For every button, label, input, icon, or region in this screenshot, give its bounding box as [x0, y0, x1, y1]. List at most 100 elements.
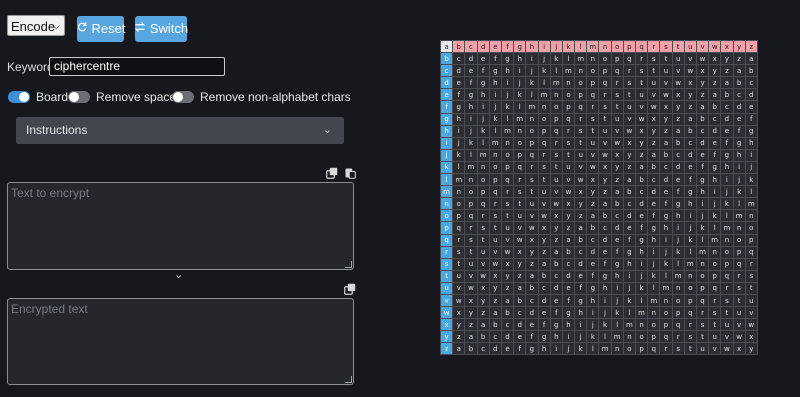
tabula-cell: a — [671, 124, 685, 138]
switch-button[interactable]: Switch — [134, 16, 188, 42]
tabula-cell: r — [744, 257, 758, 271]
tabula-cell: g — [683, 185, 697, 199]
tabula-cell: v — [476, 257, 490, 271]
remove-spaces-switch[interactable] — [68, 90, 90, 103]
board-toggle[interactable]: Board — [8, 90, 68, 104]
remove-non-alpha-switch[interactable] — [172, 90, 194, 103]
tabula-cell: o — [720, 245, 734, 259]
plaintext-input[interactable]: Text to encrypt — [7, 182, 354, 270]
tabula-cell: v — [561, 173, 576, 187]
tabula-cell: a — [744, 52, 758, 66]
tabula-cell: f — [659, 197, 673, 211]
tabula-header-cell: j — [549, 39, 563, 54]
tabula-cell: r — [708, 293, 722, 308]
tabula-cell: x — [513, 245, 527, 259]
tabula-cell: p — [549, 112, 563, 126]
tabula-row-key-cell: o — [439, 209, 454, 223]
tabula-cell: i — [561, 330, 576, 344]
tabula-cell: y — [561, 209, 576, 223]
tabula-cell: x — [598, 160, 612, 175]
tabula-cell: z — [622, 160, 637, 175]
tabula-cell: i — [610, 281, 624, 295]
tabula-cell: j — [574, 330, 588, 344]
tabula-cell: z — [586, 197, 600, 211]
tabula-row: lmnopqrstuvwxyzabcdefghijk — [439, 173, 758, 187]
tabula-cell: i — [732, 160, 746, 175]
tabula-cell: p — [488, 173, 502, 187]
tabula-cell: l — [610, 318, 624, 332]
tabula-cell: i — [500, 76, 515, 90]
copy-icon[interactable] — [326, 167, 338, 179]
tabula-cell: i — [720, 173, 734, 187]
tabula-cell: v — [744, 306, 758, 320]
tabula-cell: c — [732, 88, 746, 102]
tabula-cell: o — [732, 233, 746, 247]
tabula-cell: r — [659, 342, 673, 356]
resize-handle[interactable] — [345, 376, 352, 383]
tabula-cell: u — [622, 100, 637, 114]
tabula-cell: j — [525, 64, 539, 78]
tabula-cell: h — [500, 64, 515, 78]
tabula-cell: m — [647, 293, 661, 308]
tabula-cell: w — [574, 173, 588, 187]
tabula-cell: a — [574, 221, 588, 235]
tabula-row-key-cell: f — [439, 100, 454, 114]
tabula-cell: u — [671, 52, 685, 66]
remove-spaces-toggle[interactable]: Remove spaces — [68, 90, 182, 104]
tabula-header-cell: w — [708, 39, 722, 54]
tabula-cell: w — [549, 197, 563, 211]
tabula-cell: o — [586, 64, 600, 78]
tabula-cell: c — [488, 330, 502, 344]
mode-select[interactable]: Encode ⌵ — [7, 15, 65, 36]
instructions-accordion[interactable]: Instructions ⌄ — [16, 117, 344, 144]
tabula-cell: s — [500, 197, 515, 211]
tabula-cell: y — [695, 76, 710, 90]
tabula-cell: d — [525, 306, 539, 320]
tabula-cell: z — [671, 112, 685, 126]
copy-icon[interactable] — [344, 283, 356, 295]
tabula-recta: abcdefghijklmnopqrstuvwxyzbcdefghijklmno… — [439, 39, 758, 356]
tabula-cell: u — [732, 306, 746, 320]
tabula-cell: g — [561, 306, 576, 320]
tabula-row-key-cell: p — [439, 221, 454, 235]
tabula-cell: x — [476, 281, 490, 295]
resize-handle[interactable] — [345, 261, 352, 268]
tabula-cell: m — [452, 173, 466, 187]
tabula-cell: u — [708, 330, 722, 344]
tabula-cell: q — [476, 197, 490, 211]
tabula-cell: w — [525, 221, 539, 235]
remove-non-alpha-toggle[interactable]: Remove non-alphabet chars — [172, 90, 351, 104]
tabula-row-key-cell: n — [439, 197, 454, 211]
tabula-row-key-cell: t — [439, 269, 454, 283]
ciphertext-output[interactable]: Encrypted text — [7, 298, 354, 385]
tabula-cell: j — [647, 257, 661, 271]
tabula-cell: c — [671, 148, 685, 162]
tabula-cell: y — [452, 318, 466, 332]
tabula-cell: b — [720, 88, 734, 102]
tabula-cell: y — [488, 281, 502, 295]
tabula-cell: f — [525, 330, 539, 344]
tabula-cell: e — [525, 318, 539, 332]
tabula-cell: f — [683, 173, 697, 187]
tabula-row: opqrstuvwxyzabcdefghijklmn — [439, 209, 758, 223]
tabula-cell: n — [574, 64, 588, 78]
tabula-row-key-cell: v — [439, 293, 454, 308]
tabula-row-key-cell: r — [439, 245, 454, 259]
tabula-cell: u — [610, 112, 624, 126]
reset-button[interactable]: Reset — [77, 16, 125, 42]
tabula-cell: r — [513, 173, 527, 187]
tabula-cell: f — [610, 245, 624, 259]
tabula-header-cell: y — [732, 39, 746, 54]
tabula-cell: k — [671, 245, 685, 259]
board-switch[interactable] — [8, 90, 30, 103]
keyword-input[interactable]: ciphercentre — [49, 57, 225, 76]
tabula-cell: g — [500, 52, 515, 66]
tabula-row: uvwxyzabcdefghijklmnopqrst — [439, 281, 758, 295]
tabula-cell: u — [452, 269, 466, 283]
paste-icon[interactable] — [344, 167, 356, 179]
tabula-cell: s — [574, 124, 588, 138]
tabula-cell: d — [647, 185, 661, 199]
tabula-cell: z — [549, 233, 563, 247]
tabula-row: fghijklmnopqrstuvwxyzabcde — [439, 100, 758, 114]
tabula-cell: p — [695, 281, 710, 295]
